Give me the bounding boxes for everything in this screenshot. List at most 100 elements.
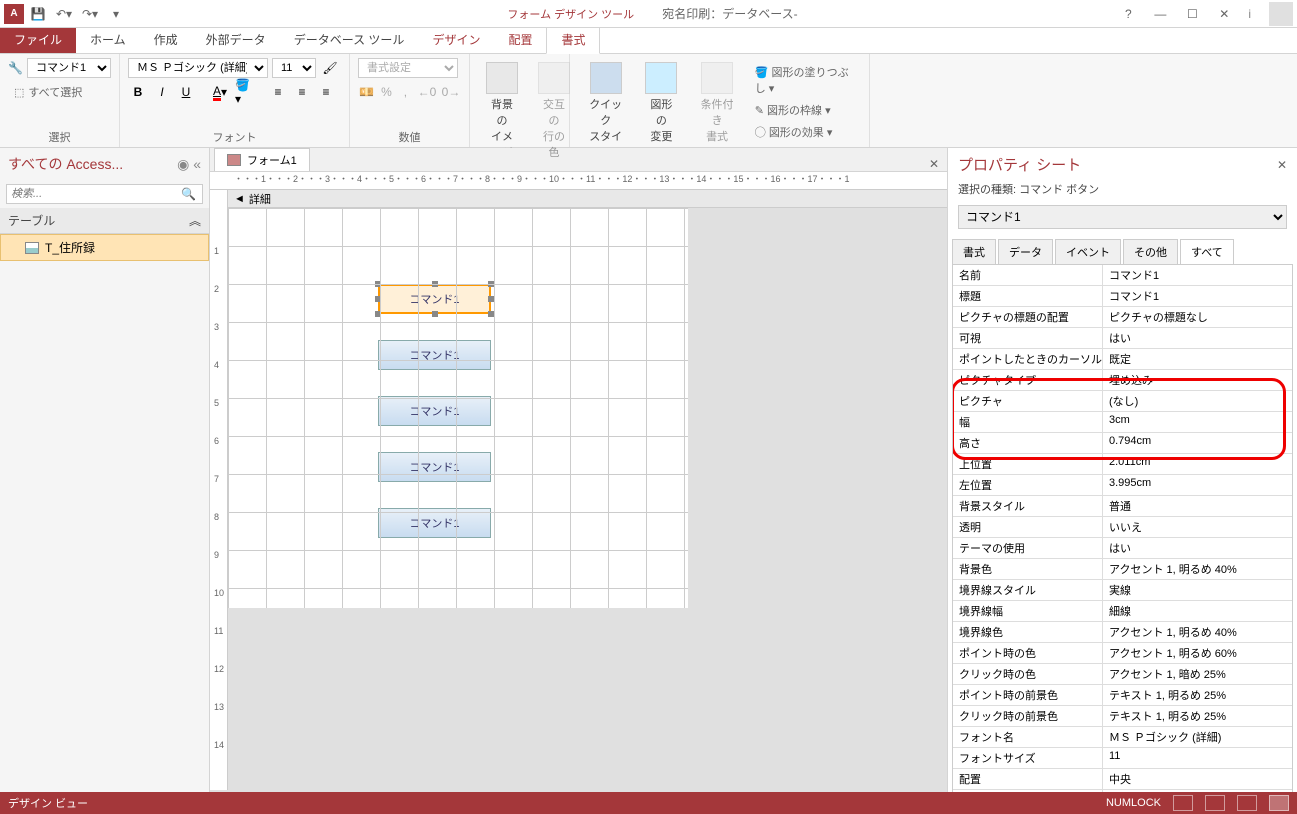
prop-row[interactable]: ピクチャ(なし) — [953, 391, 1292, 412]
prop-row[interactable]: フォントサイズ11 — [953, 748, 1292, 769]
prop-row[interactable]: ポイント時の色アクセント 1, 明るめ 60% — [953, 643, 1292, 664]
prop-value[interactable]: アクセント 1, 暗め 25% — [1103, 664, 1292, 684]
prop-row[interactable]: 境界線色アクセント 1, 明るめ 40% — [953, 622, 1292, 643]
prop-value[interactable]: いいえ — [1103, 517, 1292, 537]
number-format-selector[interactable]: 書式設定 — [358, 58, 458, 78]
prop-value[interactable]: アクセント 1, 明るめ 40% — [1103, 559, 1292, 579]
font-color-icon[interactable]: A▾ — [210, 82, 230, 102]
command-button-4[interactable]: コマンド1 — [378, 452, 491, 482]
doc-close-icon[interactable]: ✕ — [921, 157, 947, 171]
prop-row[interactable]: ピクチャタイプ埋め込み — [953, 370, 1292, 391]
prop-value[interactable]: 普通 — [1103, 496, 1292, 516]
prop-row[interactable]: 可視はい — [953, 328, 1292, 349]
undo-icon[interactable]: ↶▾ — [52, 2, 76, 26]
tab-home[interactable]: ホーム — [76, 26, 140, 53]
cond-format-button[interactable]: 条件付き 書式 — [689, 58, 744, 148]
prop-value[interactable]: 実線 — [1103, 580, 1292, 600]
save-icon[interactable]: 💾 — [26, 2, 50, 26]
dec-decimal-icon[interactable]: 0→ — [441, 82, 461, 102]
prop-row[interactable]: 上位置2.011cm — [953, 454, 1292, 475]
user-avatar[interactable] — [1269, 2, 1293, 26]
shape-effects-button[interactable]: ◯ 図形の効果 ▾ — [749, 122, 861, 142]
prop-row[interactable]: 背景スタイル普通 — [953, 496, 1292, 517]
prop-value[interactable]: 普通 — [1103, 790, 1292, 792]
tab-arrange[interactable]: 配置 — [494, 26, 546, 53]
bold-icon[interactable]: B — [128, 82, 148, 102]
search-icon[interactable]: 🔍 — [175, 185, 202, 203]
font-name-selector[interactable]: ＭＳ Ｐゴシック (詳細) — [128, 58, 268, 78]
prop-value[interactable]: 埋め込み — [1103, 370, 1292, 390]
prop-value[interactable]: コマンド1 — [1103, 265, 1292, 285]
prop-tab-other[interactable]: その他 — [1123, 239, 1178, 264]
help-icon[interactable]: ? — [1114, 2, 1142, 26]
object-selector[interactable]: コマンド1 — [27, 58, 111, 78]
tab-create[interactable]: 作成 — [140, 26, 192, 53]
align-right-icon[interactable]: ≡ — [316, 82, 336, 102]
prop-row[interactable]: クリック時の前景色テキスト 1, 明るめ 25% — [953, 706, 1292, 727]
view-form-icon[interactable] — [1173, 795, 1193, 811]
doc-tab-form1[interactable]: フォーム1 — [214, 148, 310, 171]
shape-fill-button[interactable]: 🪣 図形の塗りつぶし ▾ — [749, 62, 861, 98]
prop-value[interactable]: (なし) — [1103, 391, 1292, 411]
prop-row[interactable]: 幅3cm — [953, 412, 1292, 433]
prop-row[interactable]: 配置中央 — [953, 769, 1292, 790]
tab-format[interactable]: 書式 — [546, 25, 600, 54]
shape-change-button[interactable]: 図形の 変更 — [637, 58, 685, 148]
command-button-3[interactable]: コマンド1 — [378, 396, 491, 426]
prop-tab-event[interactable]: イベント — [1055, 239, 1121, 264]
prop-row[interactable]: クリック時の色アクセント 1, 暗め 25% — [953, 664, 1292, 685]
comma-icon[interactable]: , — [398, 82, 413, 102]
prop-value[interactable]: はい — [1103, 328, 1292, 348]
command-button-1[interactable]: コマンド1 — [378, 284, 491, 314]
prop-value[interactable]: ピクチャの標題なし — [1103, 307, 1292, 327]
prop-row[interactable]: 左位置3.995cm — [953, 475, 1292, 496]
prop-tab-format[interactable]: 書式 — [952, 239, 996, 264]
nav-title[interactable]: すべての Access... — [8, 154, 123, 174]
prop-row[interactable]: 境界線幅細線 — [953, 601, 1292, 622]
detail-section-bar[interactable]: ◄詳細 — [210, 190, 947, 208]
shape-outline-button[interactable]: ✎ 図形の枠線 ▾ — [749, 100, 861, 120]
prop-object-selector[interactable]: コマンド1 — [958, 205, 1287, 229]
prop-value[interactable]: テキスト 1, 明るめ 25% — [1103, 706, 1292, 726]
prop-row[interactable]: 高さ0.794cm — [953, 433, 1292, 454]
prop-value[interactable]: コマンド1 — [1103, 286, 1292, 306]
nav-group-tables[interactable]: テーブル︽ — [0, 208, 209, 234]
align-left-icon[interactable]: ≡ — [268, 82, 288, 102]
prop-row[interactable]: ポイントしたときのカーソル既定 — [953, 349, 1292, 370]
prop-value[interactable]: 2.011cm — [1103, 454, 1292, 474]
prop-value[interactable]: 11 — [1103, 748, 1292, 768]
qat-customize-icon[interactable]: ▾ — [104, 2, 128, 26]
minimize-icon[interactable]: — — [1146, 2, 1174, 26]
nav-item-table[interactable]: T_住所録 — [0, 234, 209, 261]
inc-decimal-icon[interactable]: ←0 — [417, 82, 437, 102]
search-input[interactable] — [7, 185, 175, 203]
tab-design[interactable]: デザイン — [418, 26, 494, 53]
nav-search[interactable]: 🔍 — [6, 184, 203, 204]
collapse-icon[interactable]: ︽ — [189, 212, 201, 229]
tab-file[interactable]: ファイル — [0, 26, 76, 53]
font-size-selector[interactable]: 11 — [272, 58, 316, 78]
prop-value[interactable]: テキスト 1, 明るめ 25% — [1103, 685, 1292, 705]
prop-row[interactable]: 標題コマンド1 — [953, 286, 1292, 307]
nav-dropdown-icon[interactable]: ◉ « — [177, 156, 201, 173]
prop-value[interactable]: 中央 — [1103, 769, 1292, 789]
prop-value[interactable]: 3.995cm — [1103, 475, 1292, 495]
view-datasheet-icon[interactable] — [1205, 795, 1225, 811]
prop-row[interactable]: 境界線スタイル実線 — [953, 580, 1292, 601]
prop-value[interactable]: アクセント 1, 明るめ 40% — [1103, 622, 1292, 642]
underline-icon[interactable]: U — [176, 82, 196, 102]
align-center-icon[interactable]: ≡ — [292, 82, 312, 102]
tab-external[interactable]: 外部データ — [192, 26, 280, 53]
prop-row[interactable]: 透明いいえ — [953, 517, 1292, 538]
info-button[interactable]: i — [1242, 7, 1257, 21]
italic-icon[interactable]: I — [152, 82, 172, 102]
prop-value[interactable]: はい — [1103, 538, 1292, 558]
prop-grid[interactable]: 名前コマンド1標題コマンド1ピクチャの標題の配置ピクチャの標題なし可視はいポイン… — [952, 265, 1293, 792]
prop-row[interactable]: フォント太さ普通 — [953, 790, 1292, 792]
redo-icon[interactable]: ↷▾ — [78, 2, 102, 26]
view-design-icon[interactable] — [1269, 795, 1289, 811]
maximize-icon[interactable]: ☐ — [1178, 2, 1206, 26]
prop-row[interactable]: フォント名ＭＳ Ｐゴシック (詳細) — [953, 727, 1292, 748]
prop-row[interactable]: ピクチャの標題の配置ピクチャの標題なし — [953, 307, 1292, 328]
prop-row[interactable]: テーマの使用はい — [953, 538, 1292, 559]
